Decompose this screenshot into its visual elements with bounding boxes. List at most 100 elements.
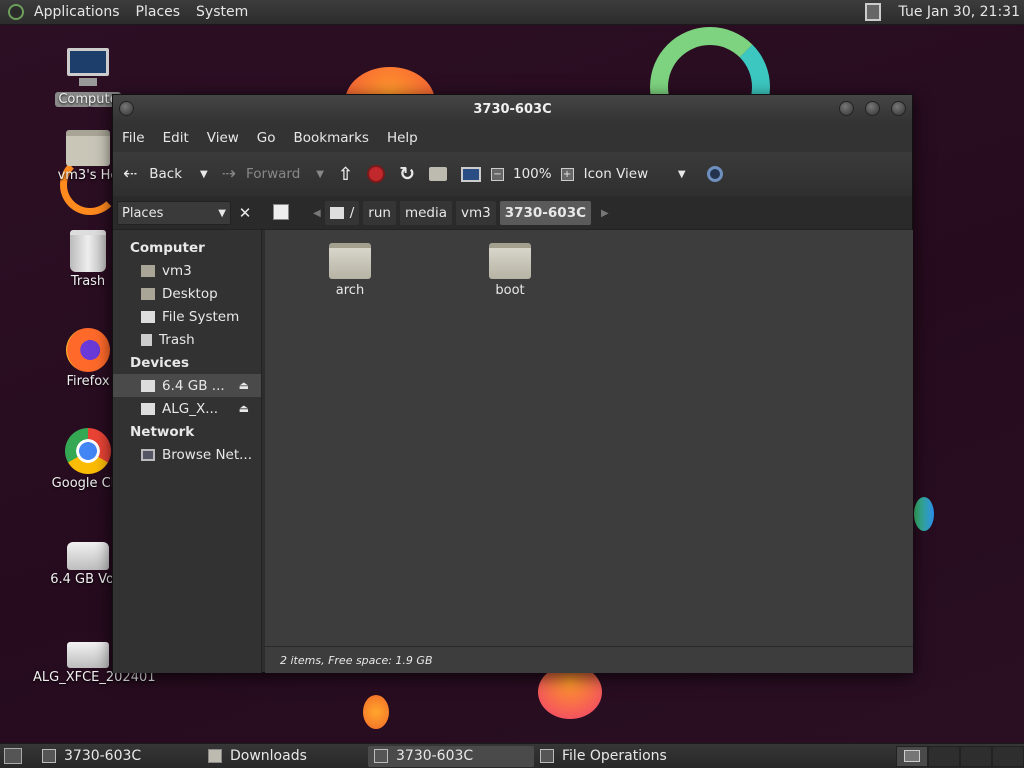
back-arrow-icon: ⇠	[123, 164, 138, 184]
close-button[interactable]	[891, 101, 906, 116]
folder-item-boot[interactable]: boot	[470, 243, 550, 298]
back-button[interactable]: ⇠ Back ▼	[113, 152, 215, 196]
trash-icon	[70, 230, 106, 272]
workspace-1[interactable]	[896, 745, 928, 767]
workspace-2[interactable]	[928, 745, 960, 767]
forward-history-dropdown[interactable]: ▼	[306, 169, 324, 180]
applications-menu[interactable]: Applications	[24, 4, 128, 20]
menu-edit[interactable]: Edit	[154, 130, 198, 146]
location-bar: Places ▼ ✕ ◀ / run media vm3 3730-603C ▶	[113, 196, 912, 230]
breadcrumb-run[interactable]: run	[363, 201, 396, 225]
drive-icon	[67, 642, 109, 668]
computer-icon	[65, 46, 111, 90]
reload-button[interactable]: ↻	[392, 152, 422, 196]
computer-icon	[461, 166, 481, 182]
computer-button[interactable]	[454, 152, 488, 196]
sidebar-heading-devices: Devices	[130, 354, 189, 371]
sidebar-item-trash[interactable]: Trash	[113, 328, 261, 351]
sidebar-item-alg-volume[interactable]: ALG_X... ⏏	[113, 397, 261, 420]
workspace-switcher[interactable]	[896, 745, 1024, 767]
menu-view[interactable]: View	[198, 130, 248, 146]
taskbar-item-3730-603c[interactable]: 3730-603C	[36, 746, 202, 767]
drive-icon	[141, 402, 155, 415]
menu-bar: File Edit View Go Bookmarks Help	[113, 123, 912, 152]
up-arrow-icon: ⇧	[337, 163, 354, 185]
firefox-icon	[66, 328, 110, 372]
clock[interactable]: Tue Jan 30, 21:31	[889, 4, 1020, 20]
breadcrumb-right-arrow[interactable]: ▶	[595, 208, 609, 219]
view-mode-select[interactable]: Icon View ▼	[577, 152, 693, 196]
workspace-3[interactable]	[960, 745, 992, 767]
status-bar: 2 items, Free space: 1.9 GB	[265, 646, 913, 673]
file-view[interactable]: arch boot	[265, 230, 913, 646]
minimize-button[interactable]	[839, 101, 854, 116]
distro-logo-icon[interactable]	[8, 4, 24, 20]
taskbar-item-3730-603c-active[interactable]: 3730-603C	[368, 745, 534, 767]
desktop-icon-label: vm3's Ho	[57, 168, 119, 183]
drive-icon	[329, 207, 344, 219]
sidebar-item-browse-network[interactable]: Browse Net...	[113, 443, 261, 466]
desktop-icon-label: Firefox	[66, 374, 110, 389]
show-desktop-icon[interactable]	[4, 748, 22, 764]
breadcrumb: ◀ / run media vm3 3730-603C ▶	[313, 201, 609, 225]
eject-icon[interactable]: ⏏	[239, 402, 249, 415]
maximize-button[interactable]	[865, 101, 880, 116]
wallpaper-teal-blob	[914, 497, 934, 531]
close-icon: ✕	[238, 204, 252, 222]
top-panel: Applications Places System Tue Jan 30, 2…	[0, 0, 1024, 25]
edit-location-button[interactable]	[273, 204, 289, 220]
menu-bookmarks[interactable]: Bookmarks	[285, 130, 378, 146]
close-sidebar-button[interactable]: ✕	[234, 201, 256, 225]
sidebar-item-file-system[interactable]: File System	[113, 305, 261, 328]
forward-label: Forward	[245, 166, 301, 182]
home-button[interactable]	[422, 152, 454, 196]
file-manager-window: 3730-603C File Edit View Go Bookmarks He…	[112, 94, 913, 673]
file-manager-icon	[42, 749, 56, 763]
window-titlebar[interactable]: 3730-603C	[113, 95, 912, 123]
wallpaper-small-orange-blob	[363, 695, 389, 729]
menu-help[interactable]: Help	[378, 130, 427, 146]
breadcrumb-left-arrow[interactable]: ◀	[313, 208, 321, 219]
drive-icon	[141, 379, 155, 392]
stop-icon	[367, 165, 386, 183]
sidebar-item-vm3[interactable]: vm3	[113, 259, 261, 282]
sidebar-type-select[interactable]: Places ▼	[117, 201, 231, 225]
breadcrumb-current[interactable]: 3730-603C	[499, 201, 591, 225]
trash-icon	[141, 333, 152, 346]
taskbar-item-downloads[interactable]: Downloads	[202, 746, 368, 767]
breadcrumb-root[interactable]: /	[324, 201, 360, 225]
chevron-down-icon: ▼	[218, 207, 226, 219]
window-thumb-icon	[904, 750, 920, 762]
file-manager-icon	[374, 749, 388, 763]
clipboard-applet-icon[interactable]	[864, 3, 881, 21]
window-menu-button[interactable]	[119, 101, 134, 116]
system-menu[interactable]: System	[188, 4, 256, 20]
desktop-icon-label: Trash	[70, 274, 106, 289]
folder-item-arch[interactable]: arch	[310, 243, 390, 298]
search-icon	[706, 166, 723, 182]
search-button[interactable]	[693, 152, 730, 196]
forward-button[interactable]: ⇢ Forward ▼	[215, 152, 331, 196]
home-icon	[141, 264, 155, 277]
desktop-icon	[141, 287, 155, 300]
workspace-4[interactable]	[992, 745, 1024, 767]
breadcrumb-vm3[interactable]: vm3	[456, 201, 496, 225]
network-icon	[141, 448, 155, 461]
back-label: Back	[149, 166, 183, 182]
menu-file[interactable]: File	[113, 130, 154, 146]
up-button[interactable]: ⇧	[331, 152, 360, 196]
sidebar-item-desktop[interactable]: Desktop	[113, 282, 261, 305]
eject-icon[interactable]: ⏏	[239, 379, 249, 392]
taskbar-item-file-operations[interactable]: File Operations	[534, 746, 700, 767]
breadcrumb-media[interactable]: media	[399, 201, 452, 225]
back-history-dropdown[interactable]: ▼	[188, 169, 208, 180]
places-menu[interactable]: Places	[128, 4, 189, 20]
zoom-out-button[interactable]: −	[488, 152, 507, 196]
stop-button[interactable]	[360, 152, 392, 196]
view-mode-label: Icon View	[583, 166, 649, 182]
folder-icon	[329, 243, 371, 279]
zoom-in-button[interactable]: +	[558, 152, 577, 196]
menu-go[interactable]: Go	[248, 130, 285, 146]
sidebar-item-6-4-gb-volume[interactable]: 6.4 GB ... ⏏	[113, 374, 261, 397]
wallpaper-pink-blob	[538, 665, 602, 719]
